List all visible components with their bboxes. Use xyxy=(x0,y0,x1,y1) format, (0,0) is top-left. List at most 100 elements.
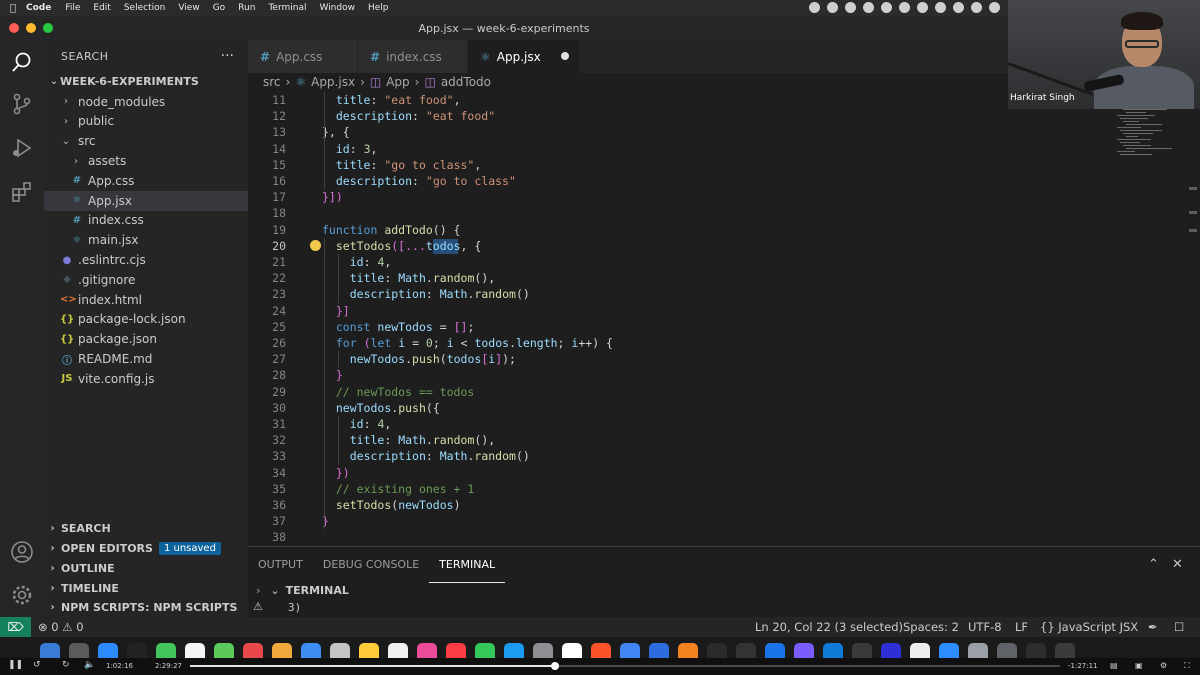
breadcrumb-component[interactable]: App xyxy=(386,75,409,89)
tab-index-css[interactable]: # index.css xyxy=(358,40,468,73)
problems-count[interactable]: ⊗ 0 ⚠ 0 xyxy=(38,620,84,634)
menu-edit[interactable]: Edit xyxy=(93,3,110,13)
code-line[interactable]: 18 xyxy=(248,205,1108,221)
code-line[interactable]: 26 for (let i = 0; i < todos.length; i++)… xyxy=(248,335,1108,351)
feedback-icon[interactable]: ✒ xyxy=(1148,620,1158,634)
line-ending[interactable]: LF xyxy=(1015,620,1028,634)
editor-scrollbar[interactable] xyxy=(1186,91,1200,546)
tray-icon[interactable] xyxy=(881,2,892,13)
tray-icon[interactable] xyxy=(845,2,856,13)
section-search[interactable]: › SEARCH xyxy=(44,518,248,538)
file-tree-item[interactable]: ● .eslintrc.cjs xyxy=(44,250,248,270)
code-line[interactable]: 28} xyxy=(248,367,1108,383)
code-line[interactable]: 34}) xyxy=(248,465,1108,481)
file-tree-item[interactable]: › public xyxy=(44,112,248,132)
code-line[interactable]: 27 newTodos.push(todos[i]); xyxy=(248,351,1108,367)
tray-icon[interactable] xyxy=(827,2,838,13)
menu-go[interactable]: Go xyxy=(213,3,225,13)
code-line[interactable]: 33 description: Math.random() xyxy=(248,448,1108,464)
zoom-window-button[interactable] xyxy=(43,23,53,33)
code-line[interactable]: 36 setTodos(newTodos) xyxy=(248,497,1108,513)
captions-icon[interactable]: ▤ xyxy=(1110,661,1118,670)
pause-icon[interactable]: ❚❚ xyxy=(8,660,23,670)
unsaved-dot-icon[interactable] xyxy=(561,52,569,60)
section-npm-scripts[interactable]: › NPM SCRIPTS: NPM SCRIPTS xyxy=(44,597,248,617)
code-line[interactable]: 31 id: 4, xyxy=(248,416,1108,432)
tray-icon[interactable] xyxy=(863,2,874,13)
tray-icon[interactable] xyxy=(899,2,910,13)
file-tree-item[interactable]: ⚛ main.jsx xyxy=(44,230,248,250)
lightbulb-icon[interactable] xyxy=(310,239,321,251)
file-tree-item[interactable]: # App.css xyxy=(44,171,248,191)
code-line[interactable]: 24}] xyxy=(248,303,1108,319)
file-tree-item[interactable]: # index.css xyxy=(44,211,248,231)
tray-icon[interactable] xyxy=(989,2,1000,13)
settings-gear-icon[interactable] xyxy=(9,583,35,609)
source-control-icon[interactable] xyxy=(9,92,35,118)
code-line[interactable]: 16 description: "go to class" xyxy=(248,173,1108,189)
menu-selection[interactable]: Selection xyxy=(124,3,165,13)
code-line[interactable]: 35 // existing ones + 1 xyxy=(248,481,1108,497)
tab-output[interactable]: OUTPUT xyxy=(248,547,313,583)
menu-help[interactable]: Help xyxy=(368,3,389,13)
code-line[interactable]: 15 title: "go to class", xyxy=(248,157,1108,173)
search-icon[interactable] xyxy=(9,50,35,76)
settings-icon[interactable]: ⚙ xyxy=(1160,661,1167,670)
code-line[interactable]: 37} xyxy=(248,513,1108,529)
notifications-bell-icon[interactable]: ☐ xyxy=(1174,620,1184,634)
menu-terminal[interactable]: Terminal xyxy=(268,3,306,13)
section-timeline[interactable]: › TIMELINE xyxy=(44,578,248,598)
tab-debug-console[interactable]: DEBUG CONSOLE xyxy=(313,547,429,583)
file-tree-item[interactable]: ⌄ src xyxy=(44,131,248,151)
code-line[interactable]: 22 title: Math.random(), xyxy=(248,270,1108,286)
tab-terminal[interactable]: TERMINAL xyxy=(429,547,506,583)
chevron-down-icon[interactable]: ⌄ xyxy=(270,584,279,597)
code-line[interactable]: 38 xyxy=(248,529,1108,545)
rewind-icon[interactable]: ↺ xyxy=(33,660,41,670)
apple-menu-icon[interactable]:  xyxy=(0,3,26,14)
breadcrumb-src[interactable]: src xyxy=(263,75,281,89)
breadcrumb-file[interactable]: App.jsx xyxy=(311,75,355,89)
code-line[interactable]: 19 function addTodo() { xyxy=(248,222,1108,238)
file-tree-item[interactable]: ⚛ App.jsx xyxy=(44,190,248,211)
code-line[interactable]: 29 // newTodos == todos xyxy=(248,384,1108,400)
menu-run[interactable]: Run xyxy=(238,3,255,13)
menu-view[interactable]: View xyxy=(178,3,199,13)
app-menu[interactable]: Code xyxy=(26,3,51,13)
code-line[interactable]: 11 title: "eat food", xyxy=(248,92,1108,108)
tray-icon[interactable] xyxy=(809,2,820,13)
section-outline[interactable]: › OUTLINE xyxy=(44,558,248,578)
tray-icon[interactable] xyxy=(917,2,928,13)
cursor-position[interactable]: Ln 20, Col 22 (3 selected) xyxy=(755,620,903,634)
code-line[interactable]: 23 description: Math.random() xyxy=(248,286,1108,302)
section-open-editors[interactable]: › OPEN EDITORS 1 unsaved xyxy=(44,538,248,558)
menu-window[interactable]: Window xyxy=(319,3,355,13)
code-line[interactable]: 30 newTodos.push({ xyxy=(248,400,1108,416)
extensions-icon[interactable] xyxy=(9,180,35,206)
code-editor[interactable]: 11 title: "eat food", 12 description: "eat … xyxy=(248,91,1200,546)
code-line[interactable]: 17}]) xyxy=(248,189,1108,205)
file-tree-item[interactable]: {} package.json xyxy=(44,329,248,349)
menu-file[interactable]: File xyxy=(65,3,80,13)
code-line[interactable]: 13}, { xyxy=(248,124,1108,140)
remote-indicator-icon[interactable]: ⌦ xyxy=(0,617,31,637)
file-tree-item[interactable]: JS vite.config.js xyxy=(44,369,248,389)
tray-icon[interactable] xyxy=(953,2,964,13)
code-line[interactable]: 12 description: "eat food" xyxy=(248,108,1108,124)
tab-app-jsx[interactable]: ⚛ App.jsx xyxy=(468,40,580,73)
maximize-panel-icon[interactable]: ⌃ xyxy=(1148,557,1159,572)
video-progress-knob[interactable] xyxy=(551,662,560,670)
volume-icon[interactable]: 🔈 xyxy=(84,660,95,670)
close-panel-icon[interactable]: ✕ xyxy=(1172,557,1183,572)
breadcrumb-function[interactable]: addTodo xyxy=(441,75,491,89)
file-tree-item[interactable]: ⓘ README.md xyxy=(44,349,248,369)
tray-icon[interactable] xyxy=(971,2,982,13)
code-line[interactable]: 14 id: 3, xyxy=(248,141,1108,157)
indentation[interactable]: Spaces: 2 xyxy=(903,620,959,634)
code-line[interactable]: 21 id: 4, xyxy=(248,254,1108,270)
file-tree-item[interactable]: › assets xyxy=(44,151,248,171)
file-tree-item[interactable]: <> index.html xyxy=(44,290,248,310)
more-actions-icon[interactable]: ··· xyxy=(221,48,234,64)
run-debug-icon[interactable] xyxy=(9,136,35,162)
chevron-right-icon[interactable]: › xyxy=(256,584,260,597)
